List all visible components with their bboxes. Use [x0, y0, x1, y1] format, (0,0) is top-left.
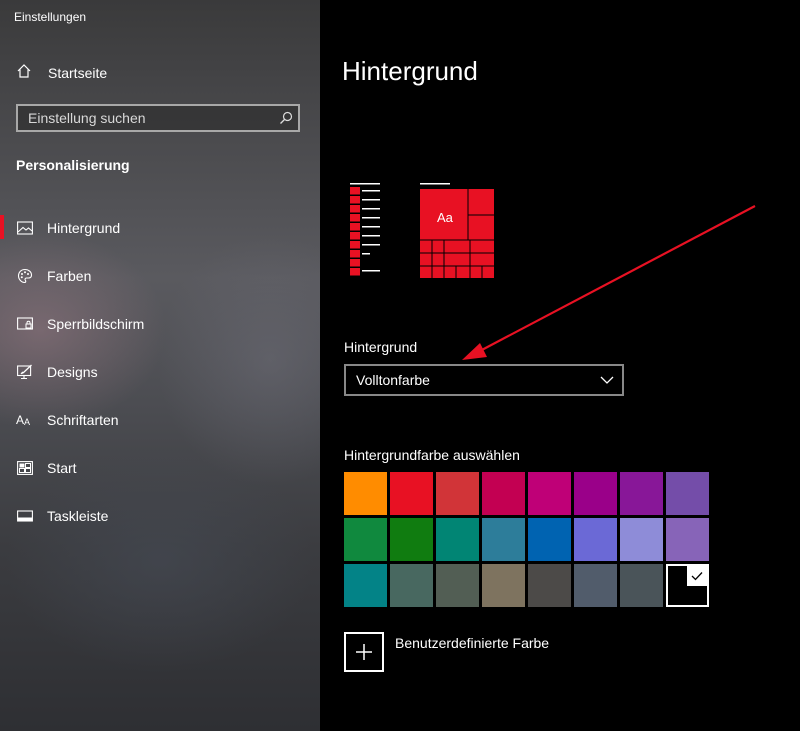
color-swatch[interactable] — [344, 518, 387, 561]
background-type-label: Hintergrund — [344, 339, 418, 355]
designs-icon — [16, 363, 34, 381]
color-swatch[interactable] — [528, 472, 571, 515]
sidebar-item-label: Start — [47, 460, 77, 476]
sidebar-item-schriftarten[interactable]: AA Schriftarten — [0, 396, 320, 444]
color-swatch[interactable] — [666, 472, 709, 515]
search-icon[interactable] — [274, 106, 298, 130]
checkmark-icon — [687, 566, 707, 586]
color-picker-label: Hintergrundfarbe auswählen — [344, 447, 520, 463]
search-input[interactable] — [18, 105, 274, 131]
home-icon — [16, 63, 32, 84]
app-title: Einstellungen — [14, 10, 87, 24]
search-box[interactable] — [16, 104, 300, 132]
sidebar-item-label: Hintergrund — [47, 220, 121, 236]
sidebar-item-designs[interactable]: Designs — [0, 348, 320, 396]
sidebar-item-label: Sperrbildschirm — [47, 316, 145, 332]
color-swatch[interactable] — [528, 564, 571, 607]
sidebar-item-hintergrund[interactable]: Hintergrund — [0, 204, 320, 252]
chevron-down-icon — [600, 371, 614, 389]
sidebar-item-start[interactable]: Start — [0, 444, 320, 492]
color-swatch[interactable] — [666, 518, 709, 561]
color-swatch[interactable] — [574, 472, 617, 515]
taskbar-icon — [16, 507, 34, 525]
color-swatch[interactable] — [436, 564, 479, 607]
home-link[interactable]: Startseite — [16, 62, 107, 84]
sidebar: Einstellungen Startseite Personalisierun… — [0, 0, 320, 731]
plus-icon[interactable] — [344, 632, 384, 672]
color-swatch[interactable] — [482, 472, 525, 515]
dropdown-value: Volltonfarbe — [356, 372, 430, 388]
color-swatch[interactable] — [390, 472, 433, 515]
picture-icon — [16, 219, 34, 237]
sidebar-item-sperrbildschirm[interactable]: Sperrbildschirm — [0, 300, 320, 348]
preview-tile-text: Aa — [437, 210, 453, 225]
sidebar-item-label: Schriftarten — [47, 412, 119, 428]
lock-screen-icon — [16, 315, 34, 333]
color-swatch[interactable] — [390, 518, 433, 561]
theme-preview: Aa — [350, 183, 500, 278]
color-swatch[interactable] — [620, 472, 663, 515]
svg-text:A: A — [16, 413, 24, 427]
color-swatch[interactable] — [574, 564, 617, 607]
color-swatch[interactable] — [482, 518, 525, 561]
start-icon — [16, 459, 34, 477]
background-type-dropdown[interactable]: Volltonfarbe — [344, 364, 624, 396]
color-swatch[interactable] — [344, 472, 387, 515]
color-swatch[interactable] — [620, 564, 663, 607]
sidebar-item-label: Taskleiste — [47, 508, 109, 524]
sidebar-item-taskleiste[interactable]: Taskleiste — [0, 492, 320, 540]
page-title: Hintergrund — [342, 56, 478, 86]
sidebar-item-label: Designs — [47, 364, 98, 380]
custom-color-button[interactable]: Benutzerdefinierte Farbe — [344, 632, 549, 672]
sidebar-item-label: Farben — [47, 268, 92, 284]
sidebar-item-farben[interactable]: Farben — [0, 252, 320, 300]
color-swatch[interactable] — [528, 518, 571, 561]
section-title: Personalisierung — [16, 157, 130, 173]
nav-list: Hintergrund Farben Sperrbildschirm Desig… — [0, 204, 320, 540]
color-swatch[interactable] — [482, 564, 525, 607]
home-label: Startseite — [48, 65, 108, 81]
color-swatch[interactable] — [344, 564, 387, 607]
svg-text:A: A — [24, 417, 30, 427]
color-swatch[interactable] — [390, 564, 433, 607]
main-content: Hintergrund Aa Hintergrund Volltonfarbe … — [320, 0, 800, 731]
color-swatch[interactable] — [574, 518, 617, 561]
color-swatch-grid — [344, 472, 712, 610]
preview-start-list — [350, 183, 380, 276]
font-icon: AA — [16, 411, 34, 429]
color-swatch[interactable] — [436, 518, 479, 561]
color-swatch[interactable] — [436, 472, 479, 515]
palette-icon — [16, 267, 34, 285]
color-swatch[interactable] — [666, 564, 709, 607]
color-swatch[interactable] — [620, 518, 663, 561]
custom-color-label: Benutzerdefinierte Farbe — [395, 635, 550, 651]
preview-tiles — [420, 183, 494, 278]
